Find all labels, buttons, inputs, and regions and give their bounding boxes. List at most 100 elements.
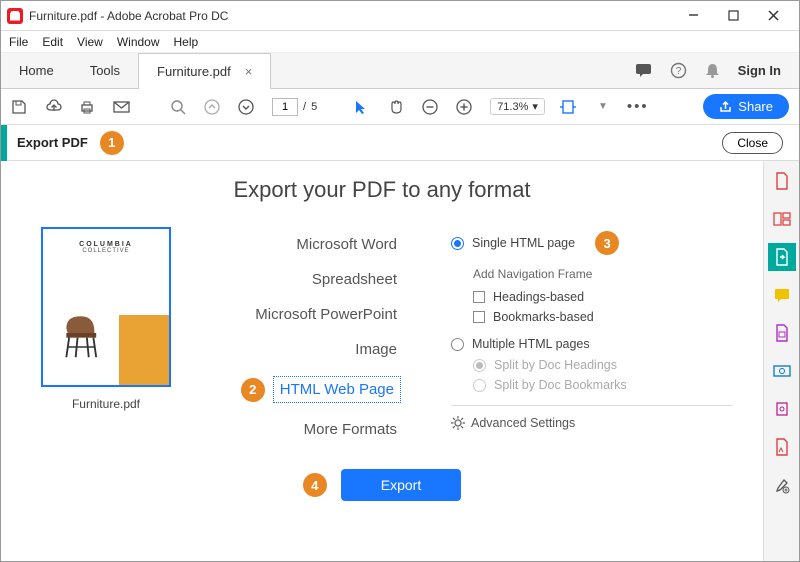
format-more[interactable]: More Formats — [211, 412, 401, 447]
format-powerpoint[interactable]: Microsoft PowerPoint — [211, 297, 401, 332]
chevron-down-icon: ▾ — [532, 100, 538, 113]
page-down-icon[interactable] — [238, 99, 258, 115]
gear-icon — [451, 416, 465, 430]
radio-split-headings-label: Split by Doc Headings — [494, 358, 617, 372]
thumb-subtitle: COLLECTIVE — [43, 248, 169, 254]
tool-export-pdf-icon[interactable] — [768, 243, 796, 271]
format-list: Microsoft Word Spreadsheet Microsoft Pow… — [211, 227, 401, 447]
checkbox-headings[interactable]: Headings-based — [451, 287, 733, 307]
minimize-button[interactable] — [673, 2, 713, 30]
fit-icon[interactable] — [559, 99, 579, 115]
chevron-down-icon[interactable]: ▼ — [593, 101, 613, 112]
share-button[interactable]: Share — [703, 94, 789, 119]
page-total: 5 — [311, 101, 317, 113]
tab-document-label: Furniture.pdf — [157, 64, 231, 79]
window-title: Furniture.pdf - Adobe Acrobat Pro DC — [29, 9, 228, 23]
menu-edit[interactable]: Edit — [42, 35, 63, 49]
radio-single-html[interactable]: Single HTML page 3 — [451, 227, 733, 259]
tab-close-icon[interactable]: × — [245, 64, 253, 79]
radio-multi-label: Multiple HTML pages — [472, 337, 590, 351]
checkbox-bookmarks[interactable]: Bookmarks-based — [451, 307, 733, 327]
zoom-value: 71.3% — [497, 101, 528, 113]
checkbox-icon — [473, 291, 485, 303]
tabbar: Home Tools Furniture.pdf × ? Sign In — [1, 53, 799, 89]
page-up-icon[interactable] — [204, 99, 224, 115]
format-word[interactable]: Microsoft Word — [211, 227, 401, 262]
menu-file[interactable]: File — [9, 35, 28, 49]
menu-window[interactable]: Window — [117, 35, 160, 49]
tab-document[interactable]: Furniture.pdf × — [138, 53, 271, 89]
page-input[interactable] — [272, 98, 298, 116]
radio-dot-icon — [473, 359, 486, 372]
panel-title: Export PDF — [7, 135, 98, 150]
more-icon[interactable]: ••• — [627, 98, 647, 115]
tool-create-pdf-icon[interactable] — [768, 167, 796, 195]
tool-protect-icon[interactable] — [768, 395, 796, 423]
format-spreadsheet[interactable]: Spreadsheet — [211, 262, 401, 297]
pointer-icon[interactable] — [354, 99, 374, 115]
radio-dot-icon — [451, 338, 464, 351]
mail-icon[interactable] — [113, 100, 133, 114]
nav-frame-label: Add Navigation Frame — [473, 267, 733, 281]
chair-icon — [57, 305, 113, 361]
cloud-icon[interactable] — [45, 99, 65, 115]
close-button[interactable] — [753, 2, 793, 30]
advanced-settings-link[interactable]: Advanced Settings — [451, 416, 733, 430]
export-button[interactable]: Export — [341, 469, 461, 501]
radio-split-headings: Split by Doc Headings — [451, 355, 733, 375]
panel-header: Export PDF 1 Close — [1, 125, 799, 161]
menubar: File Edit View Window Help — [1, 31, 799, 53]
tool-combine-icon[interactable] — [768, 205, 796, 233]
print-icon[interactable] — [79, 99, 99, 115]
annotation-badge-4: 4 — [303, 473, 327, 497]
radio-multi-html[interactable]: Multiple HTML pages — [451, 333, 733, 355]
menu-help[interactable]: Help — [174, 35, 199, 49]
svg-text:?: ? — [675, 66, 681, 77]
zoom-out-icon[interactable] — [422, 99, 442, 115]
titlebar: Furniture.pdf - Adobe Acrobat Pro DC — [1, 1, 799, 31]
right-tool-pane — [763, 161, 799, 561]
radio-split-bookmarks-label: Split by Doc Bookmarks — [494, 378, 627, 392]
zoom-in-icon[interactable] — [456, 99, 476, 115]
bell-icon[interactable] — [705, 62, 720, 79]
maximize-button[interactable] — [713, 2, 753, 30]
document-thumbnail[interactable]: COLUMBIA COLLECTIVE — [41, 227, 171, 387]
page-sep: / — [303, 101, 306, 113]
sign-in-link[interactable]: Sign In — [738, 63, 781, 78]
annotation-badge-1: 1 — [100, 131, 124, 155]
annotation-badge-2: 2 — [241, 378, 265, 402]
toolbar: / 5 71.3% ▾ ▼ ••• Share — [1, 89, 799, 125]
help-icon[interactable]: ? — [670, 62, 687, 79]
radio-single-label: Single HTML page — [472, 236, 575, 250]
tool-scan-icon[interactable] — [768, 357, 796, 385]
annotation-badge-3: 3 — [595, 231, 619, 255]
zoom-dropdown[interactable]: 71.3% ▾ — [490, 98, 545, 115]
panel-close-button[interactable]: Close — [722, 132, 783, 154]
thumb-block — [119, 315, 169, 385]
tab-tools[interactable]: Tools — [72, 53, 138, 89]
menu-view[interactable]: View — [77, 35, 103, 49]
export-options: Single HTML page 3 Add Navigation Frame … — [431, 227, 733, 447]
tab-home[interactable]: Home — [1, 53, 72, 89]
tool-fill-sign-icon[interactable] — [768, 433, 796, 461]
export-heading: Export your PDF to any format — [31, 177, 733, 203]
checkbox-headings-label: Headings-based — [493, 290, 584, 304]
tool-organize-icon[interactable] — [768, 319, 796, 347]
app-icon — [7, 8, 23, 24]
search-icon[interactable] — [170, 99, 190, 115]
format-image[interactable]: Image — [211, 332, 401, 367]
tool-more-icon[interactable] — [768, 471, 796, 499]
hand-icon[interactable] — [388, 99, 408, 115]
comment-icon[interactable] — [635, 62, 652, 79]
save-icon[interactable] — [11, 99, 31, 115]
page-indicator: / 5 — [272, 98, 317, 116]
thumb-title: COLUMBIA — [43, 241, 169, 248]
format-html[interactable]: HTML Web Page — [273, 376, 401, 403]
share-label: Share — [738, 99, 773, 114]
radio-split-bookmarks: Split by Doc Bookmarks — [451, 375, 733, 395]
checkbox-bookmarks-label: Bookmarks-based — [493, 310, 594, 324]
checkbox-icon — [473, 311, 485, 323]
divider — [451, 405, 733, 406]
thumbnail-filename: Furniture.pdf — [31, 397, 181, 411]
tool-comment-icon[interactable] — [768, 281, 796, 309]
